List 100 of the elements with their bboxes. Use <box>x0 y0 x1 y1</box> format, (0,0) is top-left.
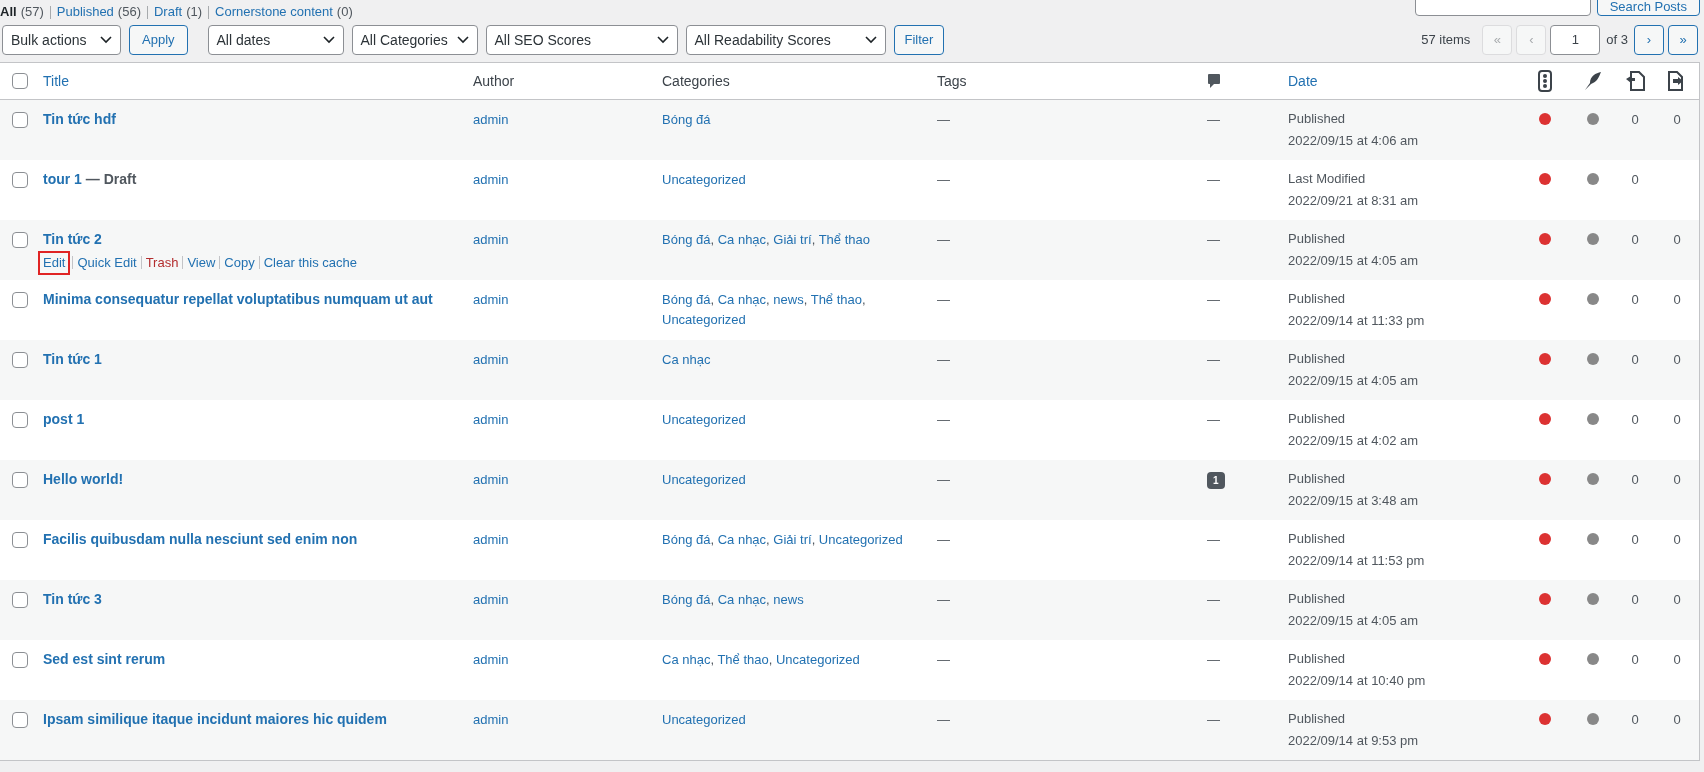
author-link[interactable]: admin <box>473 652 509 667</box>
separator-comma: , <box>811 232 817 247</box>
dropdown[interactable]: Bulk actions <box>2 25 121 55</box>
author-link[interactable]: admin <box>473 292 509 307</box>
row-action-link[interactable]: Copy <box>224 253 255 273</box>
author-link[interactable]: admin <box>473 532 509 547</box>
checkbox[interactable] <box>12 73 28 89</box>
author-link[interactable]: admin <box>473 352 509 367</box>
category-link[interactable]: Thể thao <box>717 652 769 667</box>
checkbox[interactable] <box>12 652 28 668</box>
post-title-link[interactable]: Minima consequatur repellat voluptatibus numquam ut aut <box>43 289 433 310</box>
category-link[interactable]: Giải trí <box>773 232 812 247</box>
author-link[interactable]: admin <box>473 412 509 427</box>
count-text: (57) <box>20 3 44 22</box>
category-link[interactable]: Giải trí <box>773 532 812 547</box>
count-text: (1) <box>186 3 203 22</box>
author-link[interactable]: admin <box>473 112 509 127</box>
post-title-link[interactable]: post 1 <box>43 409 85 430</box>
checkbox[interactable] <box>12 352 28 368</box>
trash-link[interactable]: Trash <box>145 253 179 273</box>
category-link[interactable]: Uncategorized <box>662 312 746 327</box>
post-title-link[interactable]: Tin tức hdf <box>43 109 116 130</box>
link-count-text: 0 <box>1631 231 1639 249</box>
checkbox[interactable] <box>12 532 28 548</box>
apply-button[interactable]: Apply <box>129 25 188 55</box>
post-title-link[interactable]: Tin tức 1 <box>43 349 102 370</box>
category-link[interactable]: Uncategorized <box>662 412 746 427</box>
category-link[interactable]: Uncategorized <box>776 652 860 667</box>
link-count-text: 0 <box>1673 291 1681 309</box>
post-title-link[interactable]: Sed est sint rerum <box>43 649 166 670</box>
author-link[interactable]: admin <box>473 232 509 247</box>
category-link[interactable]: news <box>773 292 804 307</box>
row-action-link[interactable]: Edit <box>40 253 69 273</box>
post-title-link[interactable]: Hello world! <box>43 469 124 490</box>
author-link[interactable]: admin <box>473 592 509 607</box>
post-date-text: 2022/09/15 at 4:06 am <box>1288 131 1419 150</box>
separator-comma: , <box>803 292 809 307</box>
title-column-header[interactable]: Title <box>43 70 69 92</box>
separator-comma: , <box>766 592 771 607</box>
post-title-link[interactable]: Tin tức 2 <box>43 229 102 250</box>
author-link[interactable]: admin <box>473 712 509 727</box>
category-link[interactable]: news <box>773 592 804 607</box>
view-filter-link[interactable]: Published <box>56 2 114 22</box>
checkbox[interactable] <box>12 172 28 188</box>
link-count-text: 0 <box>1631 651 1639 669</box>
post-title-link[interactable]: tour 1 — Draft <box>43 169 137 190</box>
link-count-text: 0 <box>1673 531 1681 549</box>
author-link[interactable]: admin <box>473 472 509 487</box>
post-title-link[interactable]: Facilis quibusdam nulla nesciunt sed enim non <box>43 529 358 550</box>
row-action-link[interactable]: Clear this cache <box>263 253 357 273</box>
checkbox[interactable] <box>12 712 28 728</box>
date-column-header[interactable]: Date <box>1288 70 1318 92</box>
category-link[interactable]: Uncategorized <box>662 472 746 487</box>
checkbox[interactable] <box>12 592 28 608</box>
category-link[interactable]: Ca nhạc <box>662 352 711 367</box>
view-filter-link[interactable]: Draft <box>154 2 183 22</box>
filter-button[interactable]: Filter <box>893 25 945 55</box>
checkbox[interactable] <box>12 472 28 488</box>
author-link[interactable]: admin <box>473 172 509 187</box>
search-button[interactable]: Search Posts <box>1596 0 1700 16</box>
row-action-link[interactable]: Quick Edit <box>77 253 137 273</box>
category-link[interactable]: Uncategorized <box>662 172 746 187</box>
no-comments-text: — <box>1207 712 1220 727</box>
separator-comma: , <box>766 292 771 307</box>
last-page-button[interactable]: » <box>1668 25 1698 55</box>
post-date-text: 2022/09/15 at 3:48 am <box>1288 491 1419 510</box>
dropdown[interactable]: All Categories <box>351 25 478 55</box>
checkbox[interactable] <box>12 412 28 428</box>
checkbox[interactable] <box>12 232 28 248</box>
dropdown[interactable]: All Readability Scores <box>685 25 886 55</box>
separator-comma: , <box>766 232 771 247</box>
view-filter-link[interactable]: Cornerstone content <box>215 2 333 22</box>
category-link[interactable]: Thể thao <box>810 292 862 307</box>
feather-icon <box>1583 71 1602 91</box>
tags-text: — <box>937 712 950 727</box>
chevron-down-icon <box>100 36 112 44</box>
post-title-link[interactable]: Ipsam similique itaque incidunt maiores hic quidem <box>43 709 387 730</box>
checkbox[interactable] <box>12 292 28 308</box>
page-number-field[interactable]: 1 <box>1550 25 1601 55</box>
comment-count-bubble[interactable]: 1 <box>1207 472 1225 489</box>
author-column-header: Author <box>473 71 515 91</box>
tags-text: — <box>937 292 950 307</box>
post-title-link[interactable]: Tin tức 3 <box>43 589 102 610</box>
post-status-text: Published <box>1288 350 1346 368</box>
checkbox[interactable] <box>12 112 28 128</box>
chevron-down-icon <box>864 36 877 44</box>
link-count-text: 0 <box>1673 651 1681 669</box>
category-link[interactable]: Uncategorized <box>662 712 746 727</box>
view-filter-link[interactable]: All <box>0 2 17 22</box>
tags-text: — <box>937 172 950 187</box>
next-page-button[interactable]: › <box>1634 25 1664 55</box>
post-status-text: Published <box>1288 590 1346 608</box>
no-comments-text: — <box>1207 232 1220 247</box>
dropdown[interactable]: All SEO Scores <box>485 25 678 55</box>
no-comments-text: — <box>1207 112 1220 127</box>
row-action-link[interactable]: View <box>187 253 216 273</box>
category-link[interactable]: Uncategorized <box>818 532 903 547</box>
dropdown[interactable]: All dates <box>207 25 344 55</box>
category-link[interactable]: Bóng đá <box>662 112 711 127</box>
category-link[interactable]: Thể thao <box>818 232 870 247</box>
